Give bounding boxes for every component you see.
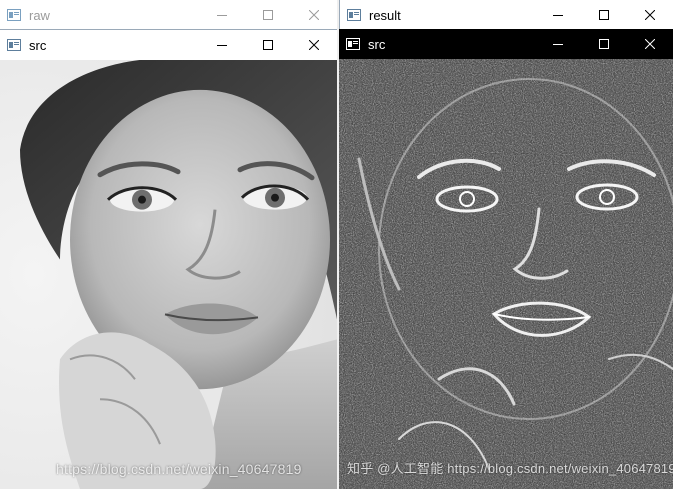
maximize-icon <box>263 10 273 20</box>
window-title: raw <box>29 7 50 23</box>
minimize-icon <box>553 15 563 16</box>
minimize-icon <box>553 44 563 45</box>
src-left-window[interactable]: src https://blog.csdn.net/weixin_4064781… <box>0 29 337 489</box>
raw-window[interactable]: raw <box>0 0 337 30</box>
close-icon <box>645 10 655 20</box>
watermark-text: 知乎 @人工智能 https://blog.csdn.net/weixin_40… <box>347 461 673 476</box>
app-window-icon <box>346 38 360 50</box>
close-icon <box>309 10 319 20</box>
window-title: result <box>369 7 401 23</box>
grayscale-portrait-image <box>0 60 337 489</box>
raw-titlebar[interactable]: raw <box>0 0 337 29</box>
close-icon <box>645 39 655 49</box>
result-window[interactable]: result <box>339 0 673 30</box>
result-titlebar[interactable]: result <box>340 0 673 30</box>
src-left-titlebar[interactable]: src <box>0 30 337 60</box>
minimize-button[interactable] <box>535 0 581 30</box>
maximize-icon <box>599 39 609 49</box>
maximize-button[interactable] <box>581 29 627 59</box>
emboss-result-image <box>339 59 673 489</box>
src-right-window[interactable]: src 知乎 @人工智能 https://blog.csdn.net/weixi… <box>339 29 673 489</box>
minimize-icon <box>217 15 227 16</box>
watermark-text: https://blog.csdn.net/weixin_40647819 <box>56 461 302 477</box>
close-button[interactable] <box>291 30 337 60</box>
close-button[interactable] <box>291 0 337 29</box>
maximize-icon <box>599 10 609 20</box>
close-button[interactable] <box>627 29 673 59</box>
app-window-icon <box>7 39 21 51</box>
minimize-button[interactable] <box>199 30 245 60</box>
minimize-icon <box>217 45 227 46</box>
window-title: src <box>29 37 47 53</box>
minimize-button[interactable] <box>199 0 245 29</box>
maximize-button[interactable] <box>581 0 627 30</box>
src-right-titlebar[interactable]: src <box>339 29 673 59</box>
maximize-button[interactable] <box>245 0 291 29</box>
maximize-button[interactable] <box>245 30 291 60</box>
close-icon <box>309 40 319 50</box>
close-button[interactable] <box>627 0 673 30</box>
app-window-icon <box>7 9 21 21</box>
window-title: src <box>368 36 386 52</box>
minimize-button[interactable] <box>535 29 581 59</box>
app-window-icon <box>347 9 361 21</box>
maximize-icon <box>263 40 273 50</box>
